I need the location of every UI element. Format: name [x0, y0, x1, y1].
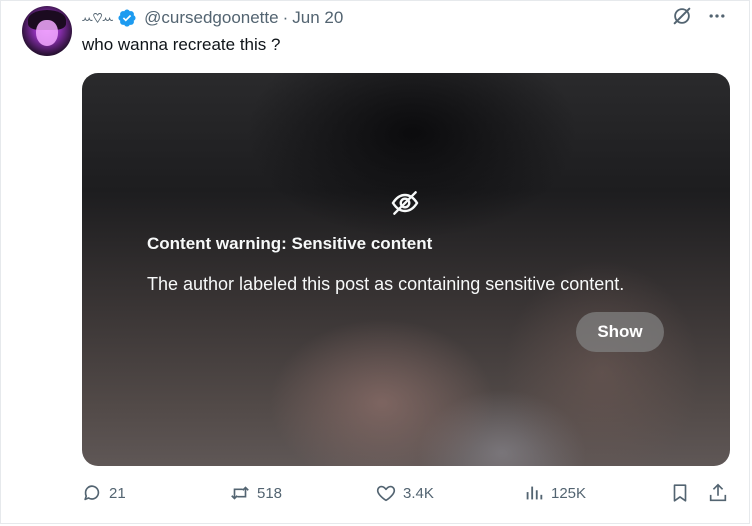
tweet-card[interactable]: ꕀ♡ꕀ @cursedgoonette · Jun 20 who wanna r… [0, 0, 750, 524]
verified-badge-icon [118, 9, 136, 27]
sensitive-media[interactable]: Content warning: Sensitive content The a… [82, 73, 730, 466]
bookmark-button[interactable] [669, 482, 691, 504]
like-button[interactable]: 3.4K [375, 482, 434, 504]
reply-button[interactable]: 21 [81, 482, 126, 504]
repost-icon [231, 486, 249, 500]
like-count: 3.4K [403, 484, 434, 502]
eye-slash-icon [391, 191, 419, 215]
avatar-face [36, 20, 58, 46]
repost-count: 518 [257, 484, 283, 502]
views-icon [526, 486, 543, 500]
views-button[interactable]: 125K [523, 482, 586, 504]
separator: · [282, 8, 289, 27]
tweet-text: who wanna recreate this ? [82, 35, 281, 54]
share-button[interactable] [707, 482, 729, 504]
show-button[interactable]: Show [576, 312, 664, 352]
handle[interactable]: @cursedgoonette [144, 8, 278, 28]
view-count: 125K [551, 484, 587, 502]
content-warning-description: The author labeled this post as containi… [147, 274, 625, 294]
reply-icon [84, 485, 100, 501]
post-date[interactable]: Jun 20 [292, 8, 343, 28]
grok-icon[interactable] [671, 5, 693, 27]
content-warning-title: Content warning: Sensitive content [147, 234, 433, 253]
action-bar: 21 518 3.4K 125K [1, 479, 752, 509]
share-icon [709, 483, 727, 502]
display-name[interactable]: ꕀ♡ꕀ [81, 10, 114, 27]
reply-count: 21 [109, 484, 126, 502]
header-actions [671, 5, 727, 27]
more-icon[interactable] [707, 6, 727, 26]
bookmark-icon [673, 484, 687, 502]
like-icon [376, 485, 396, 502]
avatar[interactable] [22, 6, 72, 56]
repost-button[interactable]: 518 [229, 482, 282, 504]
tweet-header: ꕀ♡ꕀ @cursedgoonette · Jun 20 [81, 7, 343, 29]
